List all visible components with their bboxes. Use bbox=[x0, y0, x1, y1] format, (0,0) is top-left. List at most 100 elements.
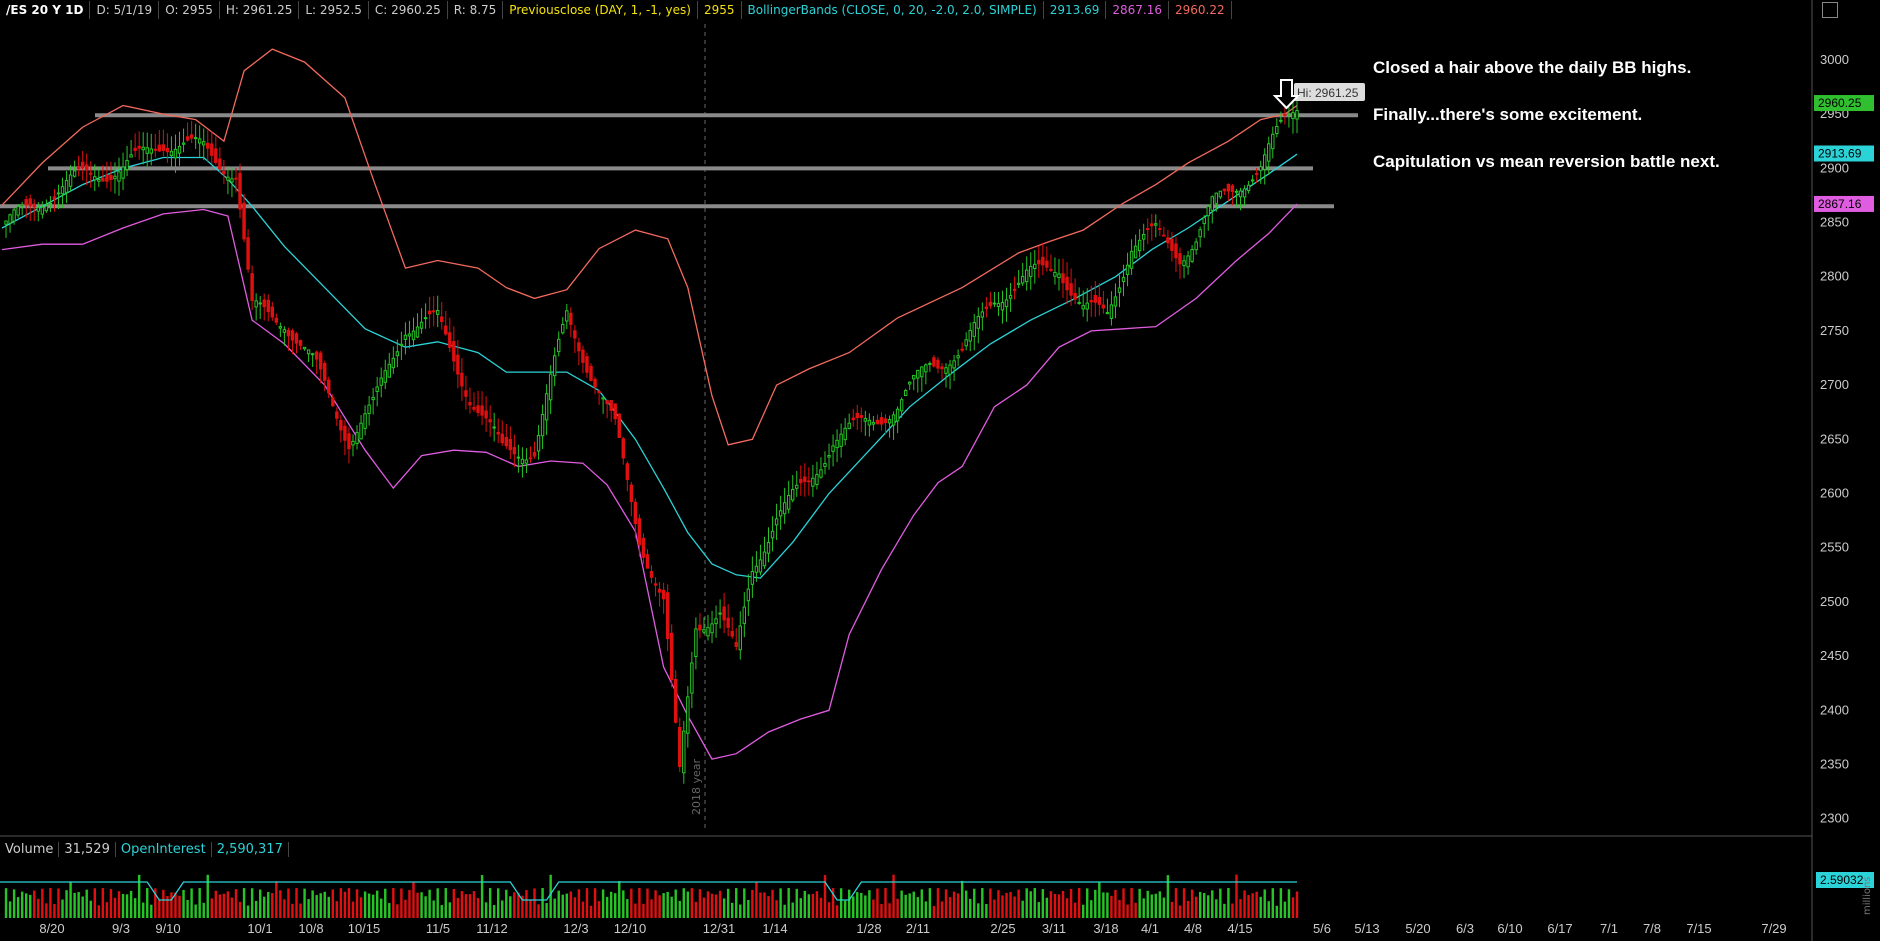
candle-body bbox=[835, 439, 839, 449]
candle-body bbox=[520, 458, 525, 465]
candle-body bbox=[964, 339, 968, 347]
volume-bar bbox=[20, 891, 24, 918]
volume-bar bbox=[218, 894, 222, 918]
candle-body bbox=[56, 192, 61, 195]
volume-bar bbox=[275, 881, 278, 918]
candle-body bbox=[1194, 241, 1198, 251]
volume-bar bbox=[985, 904, 988, 918]
candle-body bbox=[290, 330, 295, 341]
volume-bar bbox=[1057, 894, 1061, 918]
candle-body bbox=[823, 463, 827, 467]
candle-body bbox=[16, 206, 20, 216]
candle-body bbox=[214, 148, 218, 163]
volume-bar bbox=[783, 904, 786, 918]
volume-bar bbox=[912, 891, 915, 918]
volume-bar bbox=[613, 893, 617, 918]
oi-label[interactable]: OpenInterest bbox=[116, 841, 212, 857]
candle-body bbox=[165, 147, 170, 153]
candle-body bbox=[827, 455, 831, 458]
volume-bar bbox=[1251, 893, 1254, 918]
volume-bar bbox=[170, 892, 173, 918]
candle-body bbox=[137, 145, 141, 149]
candle-body bbox=[698, 624, 702, 631]
volume-bar bbox=[755, 881, 758, 918]
candle-body bbox=[444, 325, 448, 335]
volume-bar bbox=[852, 896, 855, 918]
candle-body bbox=[153, 148, 158, 151]
candle-body bbox=[375, 386, 379, 392]
candle-body bbox=[157, 144, 162, 152]
candle-body bbox=[512, 447, 517, 455]
volume-bar bbox=[335, 901, 339, 918]
candle-body bbox=[625, 463, 630, 480]
candle-body bbox=[795, 484, 799, 489]
y-tick-label: 2650 bbox=[1820, 431, 1849, 446]
candle-body bbox=[323, 363, 327, 381]
volume-bar bbox=[977, 903, 980, 918]
candle-body bbox=[181, 142, 186, 145]
volume-bar bbox=[924, 901, 928, 918]
candle-body bbox=[601, 397, 605, 400]
candle-body bbox=[944, 367, 948, 374]
volume-bar bbox=[436, 888, 439, 918]
volume-bar bbox=[271, 893, 274, 918]
candle-body bbox=[266, 299, 270, 313]
candle-body bbox=[1275, 125, 1279, 135]
volume-bar bbox=[1134, 902, 1137, 918]
candle-body bbox=[113, 175, 117, 180]
candle-body bbox=[855, 412, 859, 419]
volume-bar bbox=[101, 888, 105, 918]
candle-body bbox=[500, 433, 504, 444]
candle-body bbox=[431, 310, 436, 313]
volume-bar bbox=[622, 890, 625, 918]
volume-bar bbox=[771, 889, 774, 918]
candle-body bbox=[532, 452, 537, 457]
volume-bar bbox=[997, 890, 1000, 918]
candle-body bbox=[557, 338, 561, 353]
volume-bar bbox=[1130, 888, 1133, 918]
volume-bar bbox=[29, 894, 32, 918]
price-tag-label: 2867.16 bbox=[1818, 197, 1862, 211]
y-tick-label: 2800 bbox=[1820, 269, 1849, 284]
x-tick-label: 7/29 bbox=[1761, 921, 1786, 936]
candle-body bbox=[206, 142, 210, 149]
volume-bar bbox=[1227, 888, 1230, 918]
hi-label: Hi: 2961.25 bbox=[1297, 86, 1359, 100]
candle-body bbox=[932, 357, 936, 367]
volume-bar bbox=[803, 890, 807, 918]
candle-body bbox=[250, 273, 254, 301]
volume-bar bbox=[392, 888, 395, 918]
volume-bar bbox=[464, 894, 468, 918]
volume-bar bbox=[178, 895, 181, 918]
candle-body bbox=[1291, 112, 1295, 120]
volume-bar bbox=[174, 892, 177, 918]
volume-bar bbox=[545, 903, 548, 918]
volume-bar bbox=[1295, 891, 1299, 918]
volume-bar bbox=[743, 888, 746, 918]
candle-body bbox=[734, 642, 738, 647]
volume-bar bbox=[420, 892, 423, 918]
volume-bar bbox=[57, 888, 60, 918]
volume-bar bbox=[109, 889, 113, 918]
volume-bar bbox=[323, 891, 326, 918]
volume-bar bbox=[105, 902, 109, 918]
volume-label[interactable]: Volume bbox=[0, 841, 60, 857]
x-tick-label: 5/20 bbox=[1405, 921, 1430, 936]
volume-bar bbox=[129, 890, 133, 918]
price-tag-label: 2913.69 bbox=[1818, 147, 1862, 161]
volume-bar bbox=[1203, 893, 1206, 918]
candle-body bbox=[20, 204, 24, 207]
volume-bar bbox=[714, 894, 718, 918]
candle-body bbox=[1254, 172, 1259, 175]
candle-body bbox=[1218, 190, 1223, 198]
candle-body bbox=[851, 417, 855, 421]
volume-header: Volume 31,529 OpenInterest 2,590,317 bbox=[0, 840, 289, 858]
y-tick-label: 2450 bbox=[1820, 648, 1849, 663]
volume-bar bbox=[1094, 889, 1097, 918]
candle-body bbox=[238, 172, 242, 210]
candle-body bbox=[552, 355, 557, 377]
candle-body bbox=[742, 606, 747, 624]
volume-bar bbox=[1162, 897, 1166, 918]
volume-bar bbox=[222, 893, 226, 918]
volume-bar bbox=[327, 896, 330, 918]
